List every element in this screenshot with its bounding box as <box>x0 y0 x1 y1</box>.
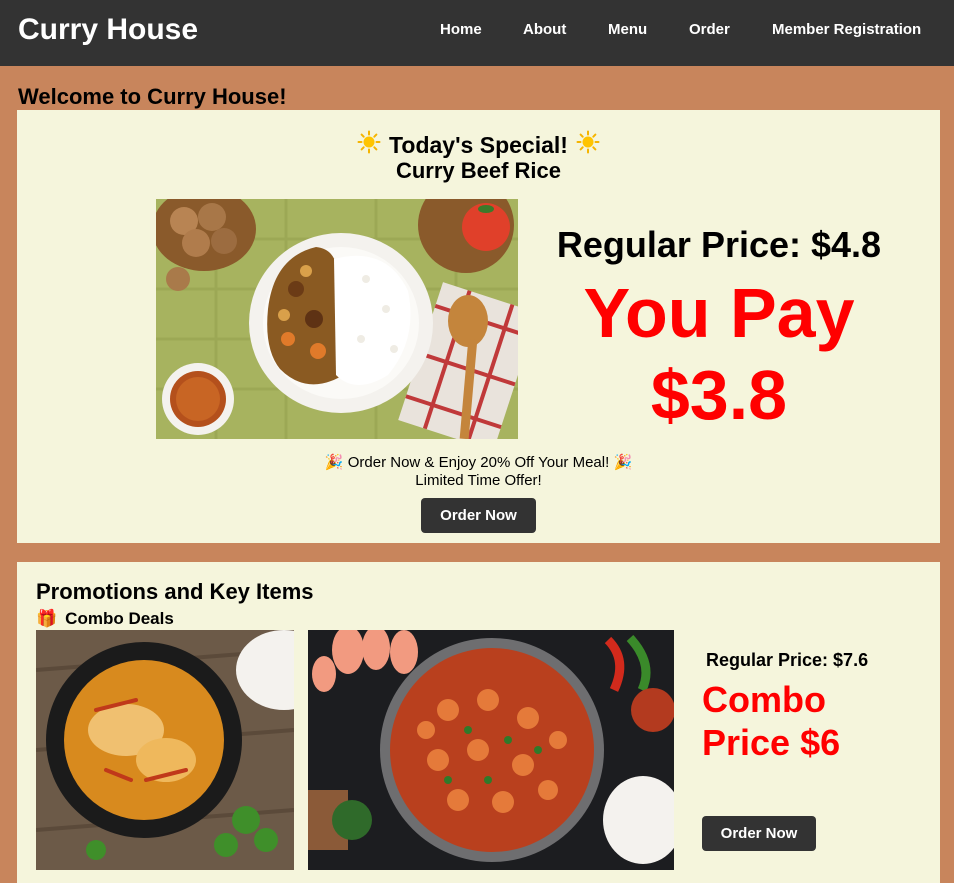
special-order-now-button[interactable]: Order Now <box>421 498 536 533</box>
todays-special-panel: Today's Special! Curry Beef Rice Regular… <box>17 110 940 543</box>
site-brand[interactable]: Curry House <box>18 12 198 48</box>
limited-offer-text: Limited Time Offer! <box>415 472 542 489</box>
combo-deals-heading: 🎁 Combo Deals <box>36 609 174 629</box>
nav-menu[interactable]: Menu <box>608 20 647 40</box>
special-regular-price: Regular Price: $4.8 <box>556 224 882 265</box>
nav-home[interactable]: Home <box>440 20 482 40</box>
party-popper-icon: 🎉 <box>324 454 344 471</box>
special-title-text: Today's Special! <box>389 132 568 158</box>
combo-deals-text: Combo Deals <box>65 609 174 628</box>
offer-line: 🎉 Order Now & Enjoy 20% Off Your Meal! 🎉 <box>17 454 940 472</box>
nav-about[interactable]: About <box>523 20 566 40</box>
combo-price: Combo Price $6 <box>702 679 841 763</box>
fish-curry-photo <box>36 630 294 870</box>
combo-order-now-button[interactable]: Order Now <box>702 816 816 851</box>
promotions-heading: Promotions and Key Items <box>36 579 314 604</box>
special-dish-name: Curry Beef Rice <box>395 158 562 183</box>
party-popper-icon: 🎉 <box>613 454 633 471</box>
nav-order[interactable]: Order <box>689 20 730 40</box>
promotions-panel: Promotions and Key Items 🎁 Combo Deals R… <box>17 562 940 883</box>
shrimp-curry-photo <box>308 630 674 870</box>
top-navbar: Curry House Home About Menu Order Member… <box>0 0 954 66</box>
nav-member-registration[interactable]: Member Registration <box>772 20 921 40</box>
combo-regular-price: Regular Price: $7.6 <box>706 650 869 670</box>
special-you-pay-price: You Pay $3.8 <box>583 274 855 434</box>
curry-beef-rice-photo <box>156 199 518 439</box>
gift-icon: 🎁 <box>36 609 58 628</box>
welcome-heading: Welcome to Curry House! <box>18 84 287 109</box>
offer-line-text: Order Now & Enjoy 20% Off Your Meal! <box>347 454 610 471</box>
special-offer: 🎉 Order Now & Enjoy 20% Off Your Meal! 🎉… <box>17 454 940 490</box>
